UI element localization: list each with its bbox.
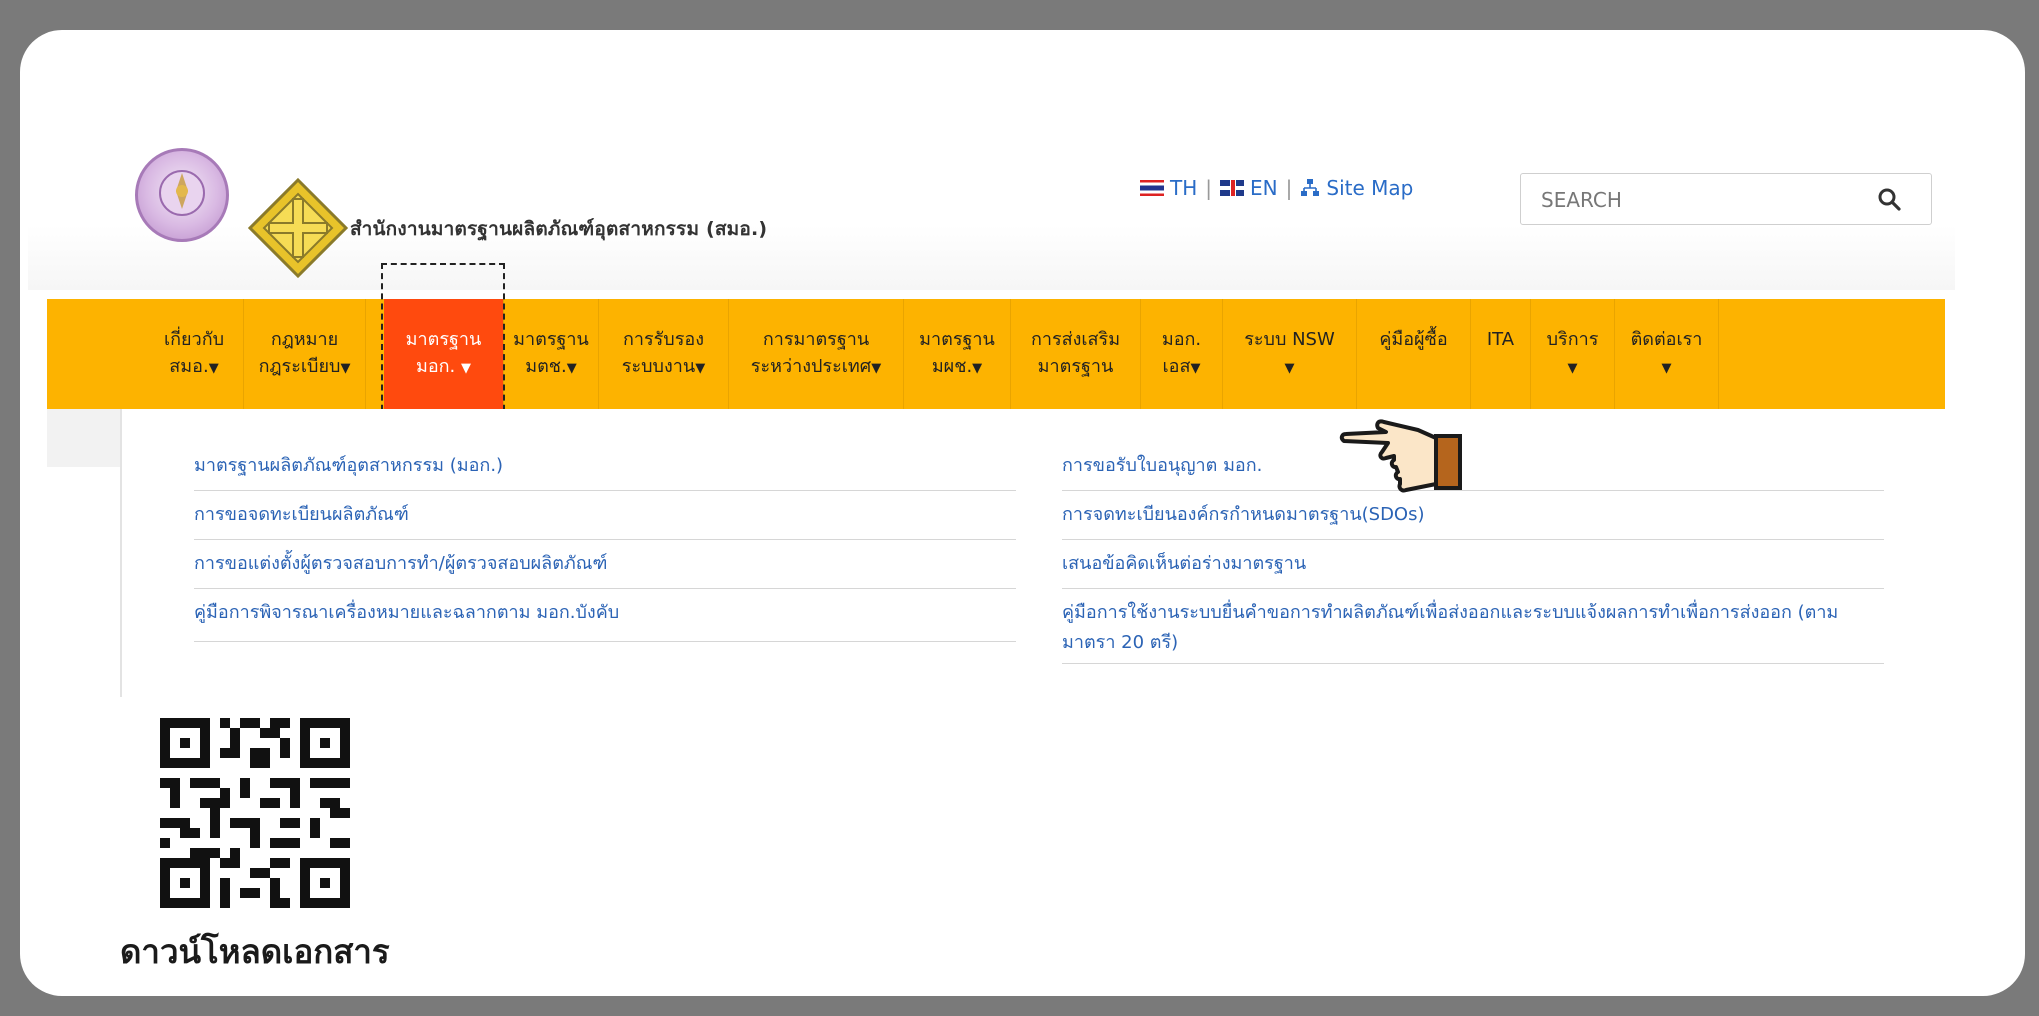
caret-down-icon: ▼ [1661,361,1672,376]
caret-down-icon: ▼ [1284,361,1295,376]
nav-international-standards[interactable]: การมาตรฐาน ระหว่างประเทศ▼ [729,299,904,409]
nav-contact[interactable]: ติดต่อเรา ▼ [1615,299,1719,409]
dropdown-link[interactable]: คู่มือการพิจารณาเครื่องหมายและฉลากตาม มอ… [194,598,1016,642]
organization-name[interactable]: สำนักงานมาตรฐานผลิตภัณฑ์อุตสาหกรรม (สมอ.… [350,214,767,244]
nav-about[interactable]: เกี่ยวกับ สมอ.▼ [145,299,244,409]
dropdown-link[interactable]: เสนอข้อคิดเห็นต่อร่างมาตรฐาน [1062,549,1884,589]
separator: | [1285,176,1293,200]
nav-label-line2: สมอ. [169,356,209,377]
lang-th-label: TH [1170,176,1198,200]
nav-label-line2: มอก. [415,356,456,377]
sitemap-link[interactable]: Site Map [1300,176,1413,200]
pointing-hand-icon [1339,419,1462,493]
tisi-logo[interactable] [248,178,348,278]
caret-down-icon: ▼ [1190,361,1201,376]
sitemap-label: Site Map [1326,176,1414,200]
dropdown-link[interactable]: การขอรับใบอนุญาต มอก. [1062,451,1884,491]
tis-dropdown-menu: มาตรฐานผลิตภัณฑ์อุตสาหกรรม (มอก.) การขอจ… [120,409,1947,697]
nav-tis-standards[interactable]: มาตรฐาน มอก. ▼ [384,299,504,409]
nav-label-line1: บริการ [1546,329,1599,350]
nav-label-line1: เกี่ยวกับ [163,329,225,350]
nav-label-line1: คู่มือผู้ซื้อ [1379,329,1448,350]
caret-down-icon: ▼ [461,361,472,376]
nav-label-line2: มผช. [931,356,973,377]
nav-label-line1: มาตรฐาน [405,329,482,350]
caret-down-icon: ▼ [871,361,882,376]
lang-th-link[interactable]: TH [1140,176,1197,200]
nav-label-line1: ติดต่อเรา [1630,329,1703,350]
sitemap-icon [1301,179,1320,196]
caret-down-icon: ▼ [340,361,351,376]
nav-accreditation[interactable]: การรับรอง ระบบงาน▼ [599,299,729,409]
main-nav: เกี่ยวกับ สมอ.▼ กฎหมาย กฎระเบียบ▼ มาตรฐา… [47,299,1945,409]
separator: | [1205,176,1213,200]
search-box [1520,173,1932,226]
nav-label-line2: เอส [1162,356,1191,377]
nav-ita[interactable]: ITA [1471,299,1531,409]
nav-label-line2: มาตรฐาน [1037,356,1114,377]
nav-label-line2: กฎระเบียบ [258,356,341,377]
nav-mtc-standards[interactable]: มาตรฐาน มตช.▼ [504,299,599,409]
uk-flag-icon [1220,180,1245,196]
nav-services[interactable]: บริการ ▼ [1531,299,1615,409]
caret-down-icon: ▼ [208,361,219,376]
qr-code-icon[interactable] [160,718,350,908]
search-icon[interactable] [1877,187,1901,211]
nav-label-line1: การส่งเสริม [1030,329,1121,350]
nav-label-line1: ITA [1486,329,1515,350]
dropdown-link[interactable]: การจดทะเบียนองค์กรกำหนดมาตรฐาน(SDOs) [1062,500,1884,540]
nav-label-line1: กฎหมาย [270,329,339,350]
nav-nsw-system[interactable]: ระบบ NSW ▼ [1223,299,1357,409]
nav-label-line1: มาตรฐาน [919,329,995,350]
nav-standard-promotion[interactable]: การส่งเสริม มาตรฐาน [1011,299,1141,409]
download-documents-label[interactable]: ดาวน์โหลดเอกสาร [120,925,390,978]
nav-label-line2: มตช. [525,356,567,377]
sidebar-strip [47,409,121,467]
nav-label-line1: ระบบ NSW [1244,329,1335,350]
caret-down-icon: ▼ [566,361,577,376]
nav-buyer-guide[interactable]: คู่มือผู้ซื้อ [1357,299,1471,409]
dropdown-link[interactable]: การขอจดทะเบียนผลิตภัณฑ์ [194,500,1016,540]
search-input[interactable] [1521,174,1883,226]
caret-down-icon: ▼ [695,361,706,376]
lang-en-label: EN [1250,176,1278,200]
nav-law[interactable]: กฎหมาย กฎระเบียบ▼ [244,299,366,409]
nav-label-line2: ระหว่างประเทศ [750,356,872,377]
dropdown-link[interactable]: มาตรฐานผลิตภัณฑ์อุตสาหกรรม (มอก.) [194,451,1016,491]
caret-down-icon: ▼ [1567,361,1578,376]
nav-label-line1: มอก. [1161,329,1202,350]
nav-label-line1: การรับรอง [622,329,705,350]
nav-label-line1: มาตรฐาน [513,329,589,350]
lang-en-link[interactable]: EN [1220,176,1278,200]
nav-community-standards[interactable]: มาตรฐาน มผช.▼ [904,299,1011,409]
caret-down-icon: ▼ [972,361,983,376]
nav-label-line2: ระบบงาน [621,356,696,377]
nav-tis-s[interactable]: มอก. เอส▼ [1141,299,1223,409]
thai-flag-icon [1140,180,1164,196]
ministry-emblem-logo[interactable] [135,148,229,242]
dropdown-link[interactable]: การขอแต่งตั้งผู้ตรวจสอบการทำ/ผู้ตรวจสอบผ… [194,549,1016,589]
dropdown-link[interactable]: คู่มือการใช้งานระบบยื่นคำขอการทำผลิตภัณฑ… [1062,598,1884,664]
language-bar: TH | EN | Site Map [1140,176,1413,200]
nav-label-line1: การมาตรฐาน [762,329,870,350]
